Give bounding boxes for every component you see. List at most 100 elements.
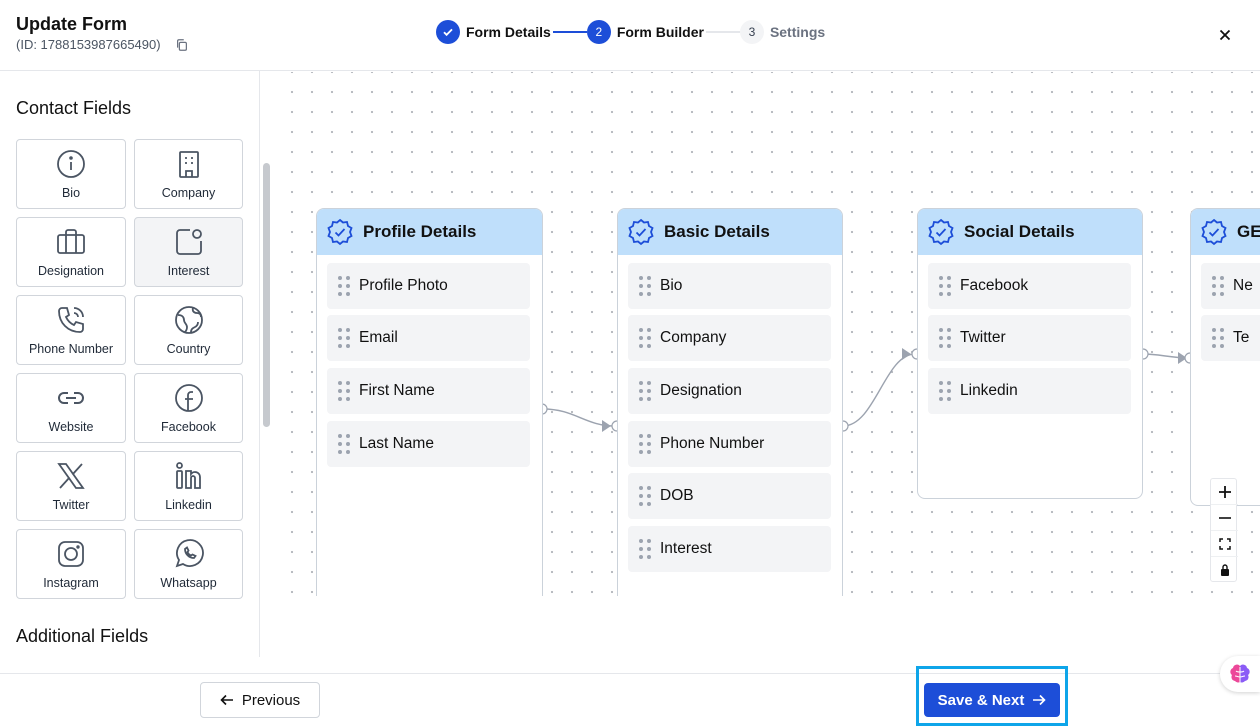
- arrow-right-icon: [1033, 694, 1046, 706]
- ai-assistant-button[interactable]: [1220, 656, 1260, 692]
- drag-handle-icon[interactable]: [337, 433, 351, 455]
- tile-company[interactable]: Company: [134, 139, 243, 209]
- drag-handle-icon[interactable]: [1211, 327, 1225, 349]
- additional-fields-title: Additional Fields: [16, 626, 149, 646]
- field-item[interactable]: Email: [327, 315, 530, 361]
- fit-view-button[interactable]: [1211, 531, 1238, 557]
- copy-icon[interactable]: [175, 38, 189, 52]
- node-ge[interactable]: GE Ne Te: [1190, 208, 1260, 506]
- node-social-details[interactable]: Social Details Facebook Twitter Linkedin: [917, 208, 1143, 499]
- tile-label: Instagram: [43, 576, 99, 590]
- drag-handle-icon[interactable]: [337, 380, 351, 402]
- tile-label: Phone Number: [28, 342, 114, 356]
- step-connector: [705, 31, 740, 33]
- tile-label: Website: [48, 420, 94, 434]
- info-icon: [57, 150, 85, 178]
- tile-instagram[interactable]: Instagram: [16, 529, 126, 599]
- edge-arrow: [602, 420, 611, 432]
- field-item[interactable]: Te: [1201, 315, 1260, 361]
- drag-handle-icon[interactable]: [1211, 275, 1225, 297]
- lock-button[interactable]: [1211, 557, 1238, 583]
- save-next-button[interactable]: Save & Next: [924, 683, 1060, 717]
- step-2-label[interactable]: Form Builder: [617, 24, 704, 40]
- drag-handle-icon[interactable]: [638, 433, 652, 455]
- step-2-number[interactable]: 2: [586, 20, 611, 44]
- node-basic-details[interactable]: Basic Details Bio Company Designation Ph…: [617, 208, 843, 596]
- field-label: Last Name: [359, 435, 434, 452]
- tile-label: Interest: [167, 264, 210, 278]
- zoom-out-button[interactable]: [1211, 505, 1238, 531]
- field-label: DOB: [660, 487, 694, 504]
- drag-handle-icon[interactable]: [638, 485, 652, 507]
- step-1-label[interactable]: Form Details: [466, 24, 551, 40]
- step-3-number[interactable]: 3: [739, 20, 764, 44]
- zoom-in-button[interactable]: [1211, 479, 1238, 505]
- step-1-check-icon[interactable]: [436, 20, 460, 44]
- tile-website[interactable]: Website: [16, 373, 126, 443]
- field-item[interactable]: Profile Photo: [327, 263, 530, 309]
- drag-handle-icon[interactable]: [938, 327, 952, 349]
- field-label: Interest: [660, 540, 712, 557]
- field-item[interactable]: Interest: [628, 526, 831, 572]
- node-header: Profile Details: [317, 209, 542, 255]
- drag-handle-icon[interactable]: [638, 538, 652, 560]
- step-3-label[interactable]: Settings: [770, 24, 825, 40]
- globe-icon: [174, 306, 203, 334]
- tile-label: Designation: [37, 264, 104, 278]
- drag-handle-icon[interactable]: [638, 380, 652, 402]
- fullscreen-icon: [1218, 537, 1231, 550]
- node-profile-details[interactable]: Profile Details Profile Photo Email Firs…: [316, 208, 543, 596]
- tile-designation[interactable]: Designation: [16, 217, 126, 287]
- node-title: Social Details: [964, 222, 1075, 241]
- linkedin-icon: [175, 462, 201, 489]
- tile-phone-number[interactable]: Phone Number: [16, 295, 126, 365]
- field-label: Twitter: [960, 329, 1006, 346]
- tile-country[interactable]: Country: [134, 295, 243, 365]
- contact-fields-grid: Bio Company Designation Interest Phone N…: [16, 139, 243, 599]
- field-item[interactable]: Linkedin: [928, 368, 1131, 414]
- field-item[interactable]: Bio: [628, 263, 831, 309]
- tile-label: Company: [161, 186, 216, 200]
- tile-facebook[interactable]: Facebook: [134, 373, 243, 443]
- tile-whatsapp[interactable]: Whatsapp: [134, 529, 243, 599]
- field-item[interactable]: Designation: [628, 368, 831, 414]
- field-item[interactable]: First Name: [327, 368, 530, 414]
- field-label: Email: [359, 329, 398, 346]
- field-label: Facebook: [960, 277, 1029, 294]
- tile-label: Whatsapp: [160, 576, 217, 590]
- field-item[interactable]: Last Name: [327, 421, 530, 467]
- drag-handle-icon[interactable]: [337, 327, 351, 349]
- drag-handle-icon[interactable]: [337, 275, 351, 297]
- flow-canvas[interactable]: Profile Details Profile Photo Email Firs…: [275, 72, 1260, 596]
- contact-fields-title: Contact Fields: [16, 98, 132, 118]
- field-item[interactable]: Twitter: [928, 315, 1131, 361]
- x-twitter-icon: [57, 463, 85, 489]
- close-icon[interactable]: [1216, 26, 1234, 44]
- drag-handle-icon[interactable]: [638, 327, 652, 349]
- page-title: Update Form: [16, 14, 128, 34]
- field-label: Profile Photo: [359, 277, 448, 294]
- field-label: Phone Number: [660, 435, 765, 452]
- tile-linkedin[interactable]: Linkedin: [134, 451, 243, 521]
- field-label: Bio: [660, 277, 683, 294]
- tile-interest[interactable]: Interest: [134, 217, 243, 287]
- drag-handle-icon[interactable]: [638, 275, 652, 297]
- drag-handle-icon[interactable]: [938, 380, 952, 402]
- field-item[interactable]: Phone Number: [628, 421, 831, 467]
- interest-icon: [175, 229, 202, 255]
- verified-badge-icon: [628, 218, 654, 246]
- field-item[interactable]: Facebook: [928, 263, 1131, 309]
- facebook-icon: [174, 384, 203, 412]
- drag-handle-icon[interactable]: [938, 275, 952, 297]
- field-item[interactable]: DOB: [628, 473, 831, 519]
- field-item[interactable]: Company: [628, 315, 831, 361]
- stepper: Form Details 2 Form Builder 3 Settings: [436, 20, 825, 44]
- field-label: First Name: [359, 382, 435, 399]
- edge-connector: [842, 353, 916, 427]
- previous-button[interactable]: Previous: [200, 682, 320, 718]
- arrow-left-icon: [220, 694, 233, 706]
- field-item[interactable]: Ne: [1201, 263, 1260, 309]
- tile-twitter[interactable]: Twitter: [16, 451, 126, 521]
- tile-bio[interactable]: Bio: [16, 139, 126, 209]
- sidebar-scrollbar[interactable]: [263, 163, 270, 427]
